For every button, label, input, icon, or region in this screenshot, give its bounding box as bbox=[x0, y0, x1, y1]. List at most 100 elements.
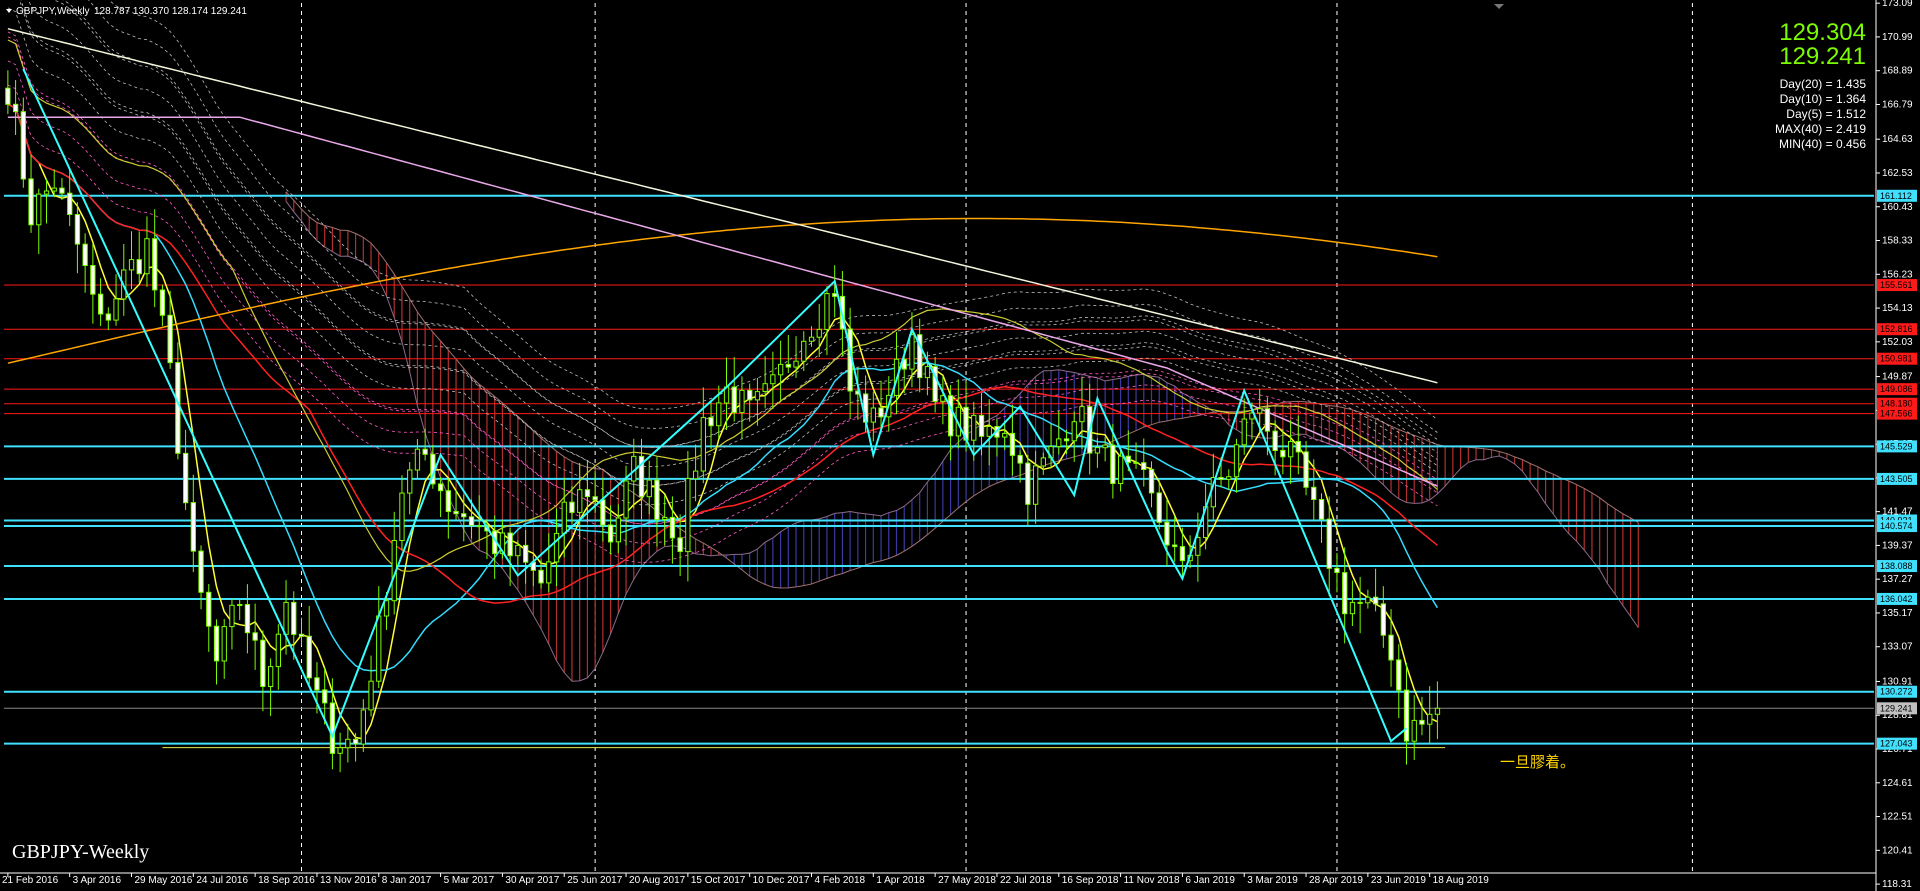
candle-body bbox=[244, 604, 251, 634]
candle-body bbox=[399, 492, 405, 542]
y-tick-label: 139.37 bbox=[1882, 540, 1913, 551]
candle-body bbox=[353, 738, 359, 745]
chart-ohlc: 128.787 130.370 128.174 129.241 bbox=[94, 6, 247, 17]
level-tag-label[interactable]: 140.574 bbox=[1880, 521, 1913, 531]
candle-body bbox=[1326, 518, 1332, 569]
candle-body bbox=[1419, 719, 1425, 725]
candle-body bbox=[754, 391, 761, 401]
candle-body bbox=[298, 633, 305, 637]
x-tick-label: 18 Sep 2016 bbox=[258, 875, 315, 886]
level-tag-label[interactable]: 143.505 bbox=[1880, 474, 1913, 484]
chart-symbol: GBPJPY,Weekly bbox=[16, 6, 90, 17]
x-tick-label: 3 Mar 2019 bbox=[1247, 875, 1298, 886]
level-tag-label[interactable]: 136.042 bbox=[1880, 594, 1913, 604]
x-tick-label: 22 Jul 2018 bbox=[1000, 875, 1052, 886]
x-tick-label: 13 Nov 2016 bbox=[320, 875, 377, 886]
candle-body bbox=[608, 524, 614, 543]
y-tick-label: 118.31 bbox=[1882, 879, 1912, 890]
candle-body bbox=[314, 677, 320, 691]
candle-body bbox=[82, 243, 88, 266]
candle-body bbox=[1195, 537, 1201, 556]
y-tick-label: 154.13 bbox=[1882, 303, 1913, 314]
candle-body bbox=[1434, 707, 1441, 715]
candle-body bbox=[569, 501, 575, 513]
candle-body bbox=[1025, 462, 1031, 505]
candle-body bbox=[5, 87, 11, 105]
candle-body bbox=[13, 103, 19, 113]
candle-body bbox=[816, 328, 822, 338]
candle-body bbox=[159, 289, 166, 316]
candle-body bbox=[468, 516, 475, 527]
x-tick-label: 25 Jun 2017 bbox=[567, 875, 622, 886]
y-tick-label: 170.99 bbox=[1882, 32, 1913, 43]
candle-body bbox=[105, 313, 111, 321]
level-tag-label[interactable]: 152.816 bbox=[1880, 324, 1913, 334]
level-tag-label[interactable]: 127.043 bbox=[1880, 739, 1913, 749]
candle-body bbox=[368, 680, 374, 711]
candle-body bbox=[1094, 447, 1101, 454]
level-tag-label[interactable]: 148.180 bbox=[1880, 399, 1913, 409]
candle-body bbox=[677, 537, 683, 553]
candle-body bbox=[615, 517, 622, 543]
x-tick-label: 10 Dec 2017 bbox=[753, 875, 810, 886]
level-tag-label[interactable]: 149.086 bbox=[1880, 384, 1913, 394]
candle-body bbox=[1318, 499, 1325, 520]
level-tag-label[interactable]: 150.981 bbox=[1880, 354, 1913, 364]
candle-body bbox=[144, 238, 150, 275]
candle-body bbox=[59, 187, 65, 194]
y-tick-label: 166.79 bbox=[1882, 99, 1913, 110]
candle-body bbox=[623, 480, 629, 519]
candle-body bbox=[1233, 444, 1240, 478]
candle-body bbox=[291, 601, 297, 635]
x-tick-label: 29 May 2016 bbox=[135, 875, 193, 886]
candle-body bbox=[832, 293, 838, 297]
x-tick-label: 11 Nov 2018 bbox=[1124, 875, 1180, 886]
candle-body bbox=[252, 632, 258, 641]
candle-body bbox=[870, 407, 877, 423]
candle-body bbox=[1002, 432, 1008, 438]
candle-body bbox=[152, 238, 158, 291]
candle-body bbox=[275, 633, 282, 668]
candle-body bbox=[1334, 567, 1340, 573]
y-tick-label: 133.07 bbox=[1882, 642, 1913, 653]
stat-max40: MAX(40) = 2.419 bbox=[1775, 122, 1866, 136]
candle-body bbox=[1403, 689, 1410, 742]
candle-body bbox=[422, 448, 428, 455]
candle-body bbox=[345, 738, 351, 749]
candle-body bbox=[167, 314, 173, 364]
level-tag-label[interactable]: 130.272 bbox=[1880, 687, 1913, 697]
candle-body bbox=[770, 374, 776, 385]
x-tick-label: 4 Feb 2018 bbox=[815, 875, 866, 886]
level-tag-label[interactable]: 147.566 bbox=[1880, 409, 1913, 419]
candle-body bbox=[360, 709, 367, 745]
level-tag-label[interactable]: 129.241 bbox=[1880, 703, 1913, 713]
level-tag-label[interactable]: 145.529 bbox=[1880, 441, 1913, 451]
candle-body bbox=[1396, 659, 1402, 691]
stat-day10: Day(10) = 1.364 bbox=[1780, 92, 1867, 106]
candle-body bbox=[1226, 476, 1232, 480]
candle-body bbox=[1357, 601, 1363, 604]
candle-body bbox=[414, 448, 421, 471]
price-chart[interactable]: 173.09 170.99 168.89 166.79 164.63 162.53 160.… bbox=[0, 0, 1920, 891]
stat-day20: Day(20) = 1.435 bbox=[1780, 77, 1867, 91]
candle-body bbox=[98, 293, 104, 315]
candle-body bbox=[546, 561, 552, 584]
level-tag-label[interactable]: 161.112 bbox=[1880, 191, 1912, 201]
candle-body bbox=[1172, 544, 1178, 548]
level-tag-label[interactable]: 155.561 bbox=[1880, 280, 1913, 290]
candle-body bbox=[553, 532, 560, 563]
candle-body bbox=[978, 414, 985, 437]
candle-body bbox=[90, 265, 96, 295]
candle-body bbox=[1427, 713, 1433, 725]
candle-body bbox=[1118, 455, 1124, 485]
candle-body bbox=[654, 479, 660, 520]
x-tick-label: 15 Oct 2017 bbox=[691, 875, 746, 886]
candle-body bbox=[329, 702, 336, 754]
y-tick-label: 120.41 bbox=[1882, 845, 1913, 856]
candle-body bbox=[136, 259, 142, 275]
y-tick-label: 162.53 bbox=[1882, 168, 1913, 179]
candle-body bbox=[461, 513, 467, 518]
level-tag-label[interactable]: 138.088 bbox=[1880, 561, 1913, 571]
y-tick-label: 173.09 bbox=[1882, 0, 1913, 9]
candle-body bbox=[1141, 462, 1147, 471]
